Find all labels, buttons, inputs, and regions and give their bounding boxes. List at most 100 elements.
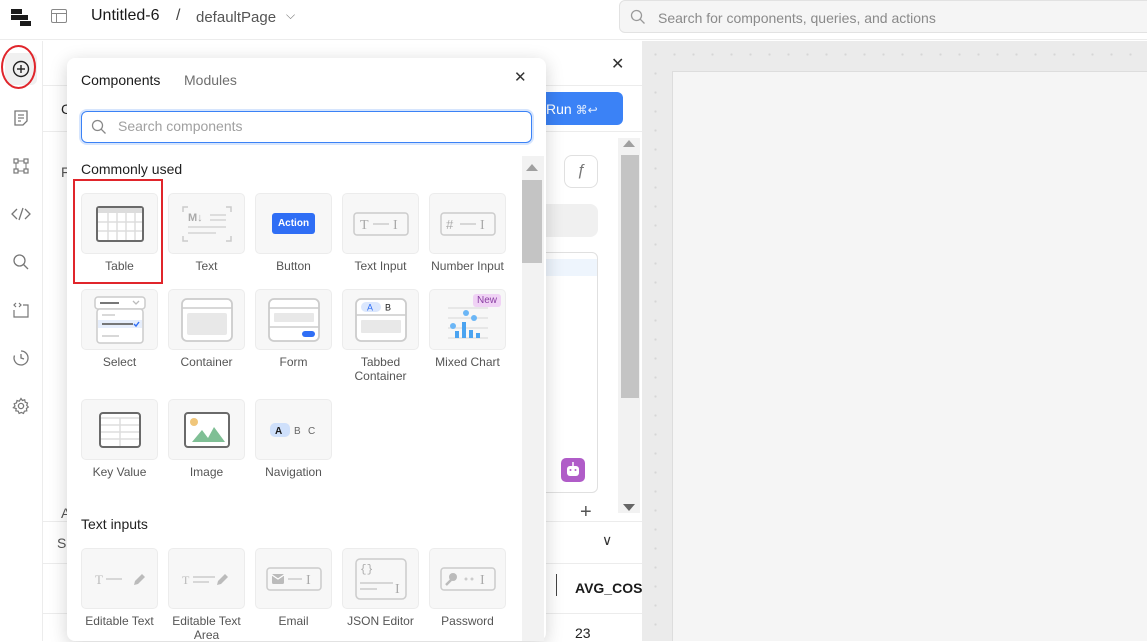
component-tile-select[interactable]: Select: [81, 289, 158, 369]
breadcrumb-separator: /: [176, 7, 181, 24]
component-tile-json-editor[interactable]: {} I JSON Editor: [342, 548, 419, 628]
section-title: Text inputs: [81, 516, 148, 532]
component-label: Key Value: [92, 465, 147, 479]
history-icon: [13, 350, 29, 366]
component-tile-text-input[interactable]: TI Text Input: [342, 193, 419, 273]
component-label: Editable Text: [85, 614, 154, 628]
component-search-field[interactable]: [81, 111, 532, 143]
pages-button[interactable]: [5, 102, 37, 134]
gear-icon: [12, 397, 30, 415]
panel-close-icon[interactable]: ✕: [611, 54, 624, 74]
run-button[interactable]: Run ⌘↩: [540, 92, 623, 125]
svg-text:#: #: [446, 217, 454, 232]
tabbed-container-icon: AB: [354, 297, 407, 342]
component-tile-key-value[interactable]: Key Value: [81, 399, 158, 479]
component-tree-icon: [13, 158, 29, 174]
search-icon: [630, 9, 645, 24]
page-selector[interactable]: defaultPage: [196, 9, 276, 26]
svg-text:T: T: [182, 573, 190, 587]
svg-text:T: T: [95, 572, 103, 587]
top-bar: Untitled-6 / defaultPage ⌵ Search for co…: [0, 0, 1147, 40]
image-icon: [183, 411, 230, 448]
run-shortcut: ⌘↩: [575, 103, 598, 117]
annotation-circle: [1, 45, 36, 89]
state-button[interactable]: [5, 294, 37, 326]
scrollbar-thumb[interactable]: [621, 155, 639, 398]
layout-icon[interactable]: [51, 9, 67, 23]
section-title: Commonly used: [81, 161, 183, 177]
editable-text-area-icon: T: [182, 573, 228, 587]
component-tile-text[interactable]: M↓ Text: [168, 193, 245, 273]
component-search-input[interactable]: [118, 118, 518, 134]
app-canvas[interactable]: [642, 41, 1147, 641]
component-label: Text Input: [354, 259, 407, 273]
retool-logo-icon[interactable]: [10, 7, 32, 29]
app-title[interactable]: Untitled-6: [91, 7, 159, 25]
scroll-down-icon[interactable]: [623, 504, 635, 511]
search-button[interactable]: [5, 246, 37, 278]
search-icon: [91, 119, 106, 134]
scroll-up-icon[interactable]: [623, 140, 635, 147]
editable-text-icon: T: [95, 572, 145, 587]
component-tree-button[interactable]: [5, 150, 37, 182]
password-input-icon: I: [439, 566, 496, 591]
json-editor-icon: {} I: [354, 557, 407, 600]
component-tile-editable-text-area[interactable]: T Editable Text Area: [168, 548, 245, 642]
scroll-up-icon[interactable]: [526, 164, 538, 171]
component-tile-number-input[interactable]: # I Number Input: [429, 193, 506, 273]
close-icon[interactable]: ✕: [514, 68, 527, 86]
component-tile-tabbed-container[interactable]: AB Tabbed Container: [342, 289, 419, 383]
svg-text:I: I: [480, 218, 485, 233]
settings-button[interactable]: [5, 390, 37, 422]
ai-assistant-icon[interactable]: [561, 458, 585, 482]
document-icon: [14, 110, 28, 126]
svg-text:A: A: [367, 302, 373, 312]
component-tile-email[interactable]: I Email: [255, 548, 332, 628]
component-tile-editable-text[interactable]: T Editable Text: [81, 548, 158, 628]
component-tile-form[interactable]: Form: [255, 289, 332, 369]
component-label: Email: [278, 614, 309, 628]
popover-scrollbar[interactable]: [522, 156, 544, 641]
canvas-sheet[interactable]: [672, 71, 1147, 641]
tab-modules[interactable]: Modules: [184, 72, 237, 88]
table-column-header[interactable]: AVG_COS: [575, 580, 642, 596]
navigation-icon: A BC: [269, 422, 315, 437]
function-button[interactable]: ƒ: [564, 155, 598, 188]
component-tile-button[interactable]: Action Button: [255, 193, 332, 273]
column-separator[interactable]: [556, 574, 557, 596]
form-icon: [267, 297, 320, 342]
code-button[interactable]: [5, 198, 37, 230]
panel-scrollbar[interactable]: [618, 138, 640, 513]
number-input-icon: # I: [439, 211, 496, 236]
component-label: Tabbed Container: [354, 355, 407, 383]
key-value-icon: [98, 411, 141, 448]
partial-label: S: [57, 535, 67, 551]
component-label: Mixed Chart: [435, 355, 500, 369]
left-rail: [0, 41, 43, 641]
text-input-icon: TI: [352, 211, 409, 236]
component-label: Number Input: [431, 259, 504, 273]
component-tile-container[interactable]: Container: [168, 289, 245, 369]
annotation-rectangle: [73, 179, 163, 284]
history-button[interactable]: [5, 342, 37, 374]
global-search-input[interactable]: Search for components, queries, and acti…: [619, 0, 1147, 33]
component-tile-navigation[interactable]: A BC Navigation: [255, 399, 332, 479]
svg-text:A: A: [275, 426, 282, 437]
markdown-text-icon: M↓: [181, 205, 232, 242]
chevron-down-icon[interactable]: ∨: [602, 532, 612, 549]
component-tile-password[interactable]: I Password: [429, 548, 506, 628]
container-icon: [180, 297, 233, 342]
state-icon: [13, 302, 29, 318]
svg-text:C: C: [308, 426, 315, 437]
svg-text:I: I: [480, 573, 485, 588]
svg-text:{}: {}: [360, 564, 373, 576]
tab-components[interactable]: Components: [81, 72, 160, 88]
components-popover: Components Modules ✕ Commonly used Table…: [67, 58, 546, 642]
action-button-icon: Action: [271, 213, 316, 234]
component-tile-mixed-chart[interactable]: New Mixed Chart: [429, 289, 506, 369]
chevron-down-icon[interactable]: ⌵: [286, 8, 295, 23]
scrollbar-thumb[interactable]: [522, 180, 542, 263]
component-tile-image[interactable]: Image: [168, 399, 245, 479]
svg-text:B: B: [385, 302, 391, 312]
svg-text:I: I: [395, 582, 400, 597]
